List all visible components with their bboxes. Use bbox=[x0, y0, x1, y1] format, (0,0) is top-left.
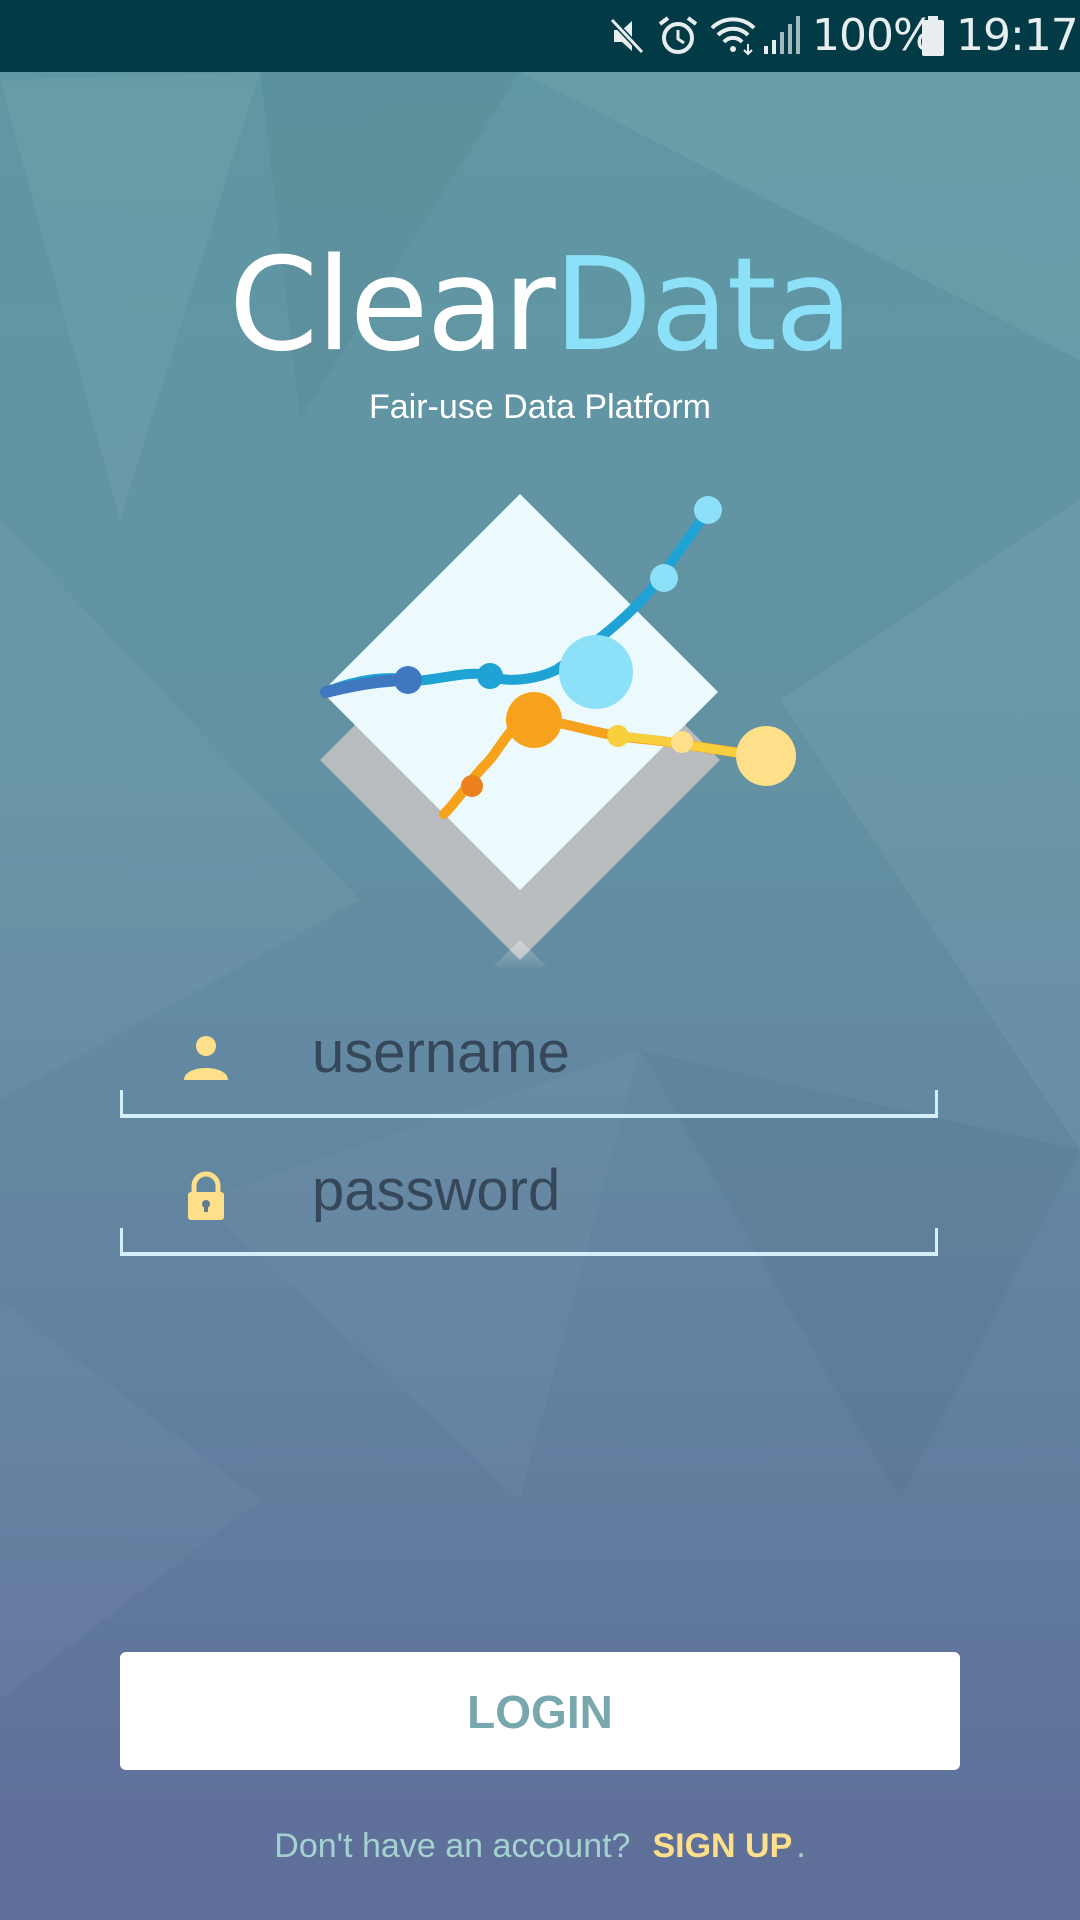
battery-icon bbox=[922, 16, 944, 56]
lock-icon bbox=[188, 1171, 224, 1220]
password-input[interactable]: password bbox=[312, 1156, 560, 1226]
app-logo-wordmark: ClearData bbox=[0, 236, 1080, 376]
signup-prompt-text: Don't have an account? bbox=[274, 1827, 631, 1865]
alarm-icon bbox=[658, 16, 698, 54]
username-field[interactable]: username bbox=[120, 998, 942, 1118]
clock: 19:17 bbox=[956, 10, 1079, 61]
wifi-icon bbox=[710, 17, 756, 56]
mute-icon bbox=[609, 17, 645, 55]
signup-prompt: Don't have an account? SIGN UP. bbox=[0, 1824, 1080, 1868]
login-button[interactable]: LOGIN bbox=[120, 1652, 960, 1770]
brand-name-clear: Clear bbox=[228, 231, 556, 380]
battery-percent: 100% bbox=[812, 10, 935, 61]
chart-logo-icon bbox=[320, 494, 796, 970]
password-underline bbox=[120, 1228, 938, 1256]
username-input[interactable]: username bbox=[312, 1018, 570, 1088]
signup-trailing: . bbox=[796, 1827, 806, 1865]
brand-name-data: Data bbox=[553, 231, 854, 380]
username-underline bbox=[120, 1090, 938, 1118]
signal-icon bbox=[764, 16, 800, 54]
signup-link[interactable]: SIGN UP bbox=[652, 1827, 792, 1865]
password-field[interactable]: password bbox=[120, 1136, 942, 1256]
tagline: Fair-use Data Platform bbox=[369, 388, 711, 426]
status-bar: 100% 19:17 bbox=[0, 0, 1080, 72]
person-icon bbox=[184, 1036, 228, 1080]
